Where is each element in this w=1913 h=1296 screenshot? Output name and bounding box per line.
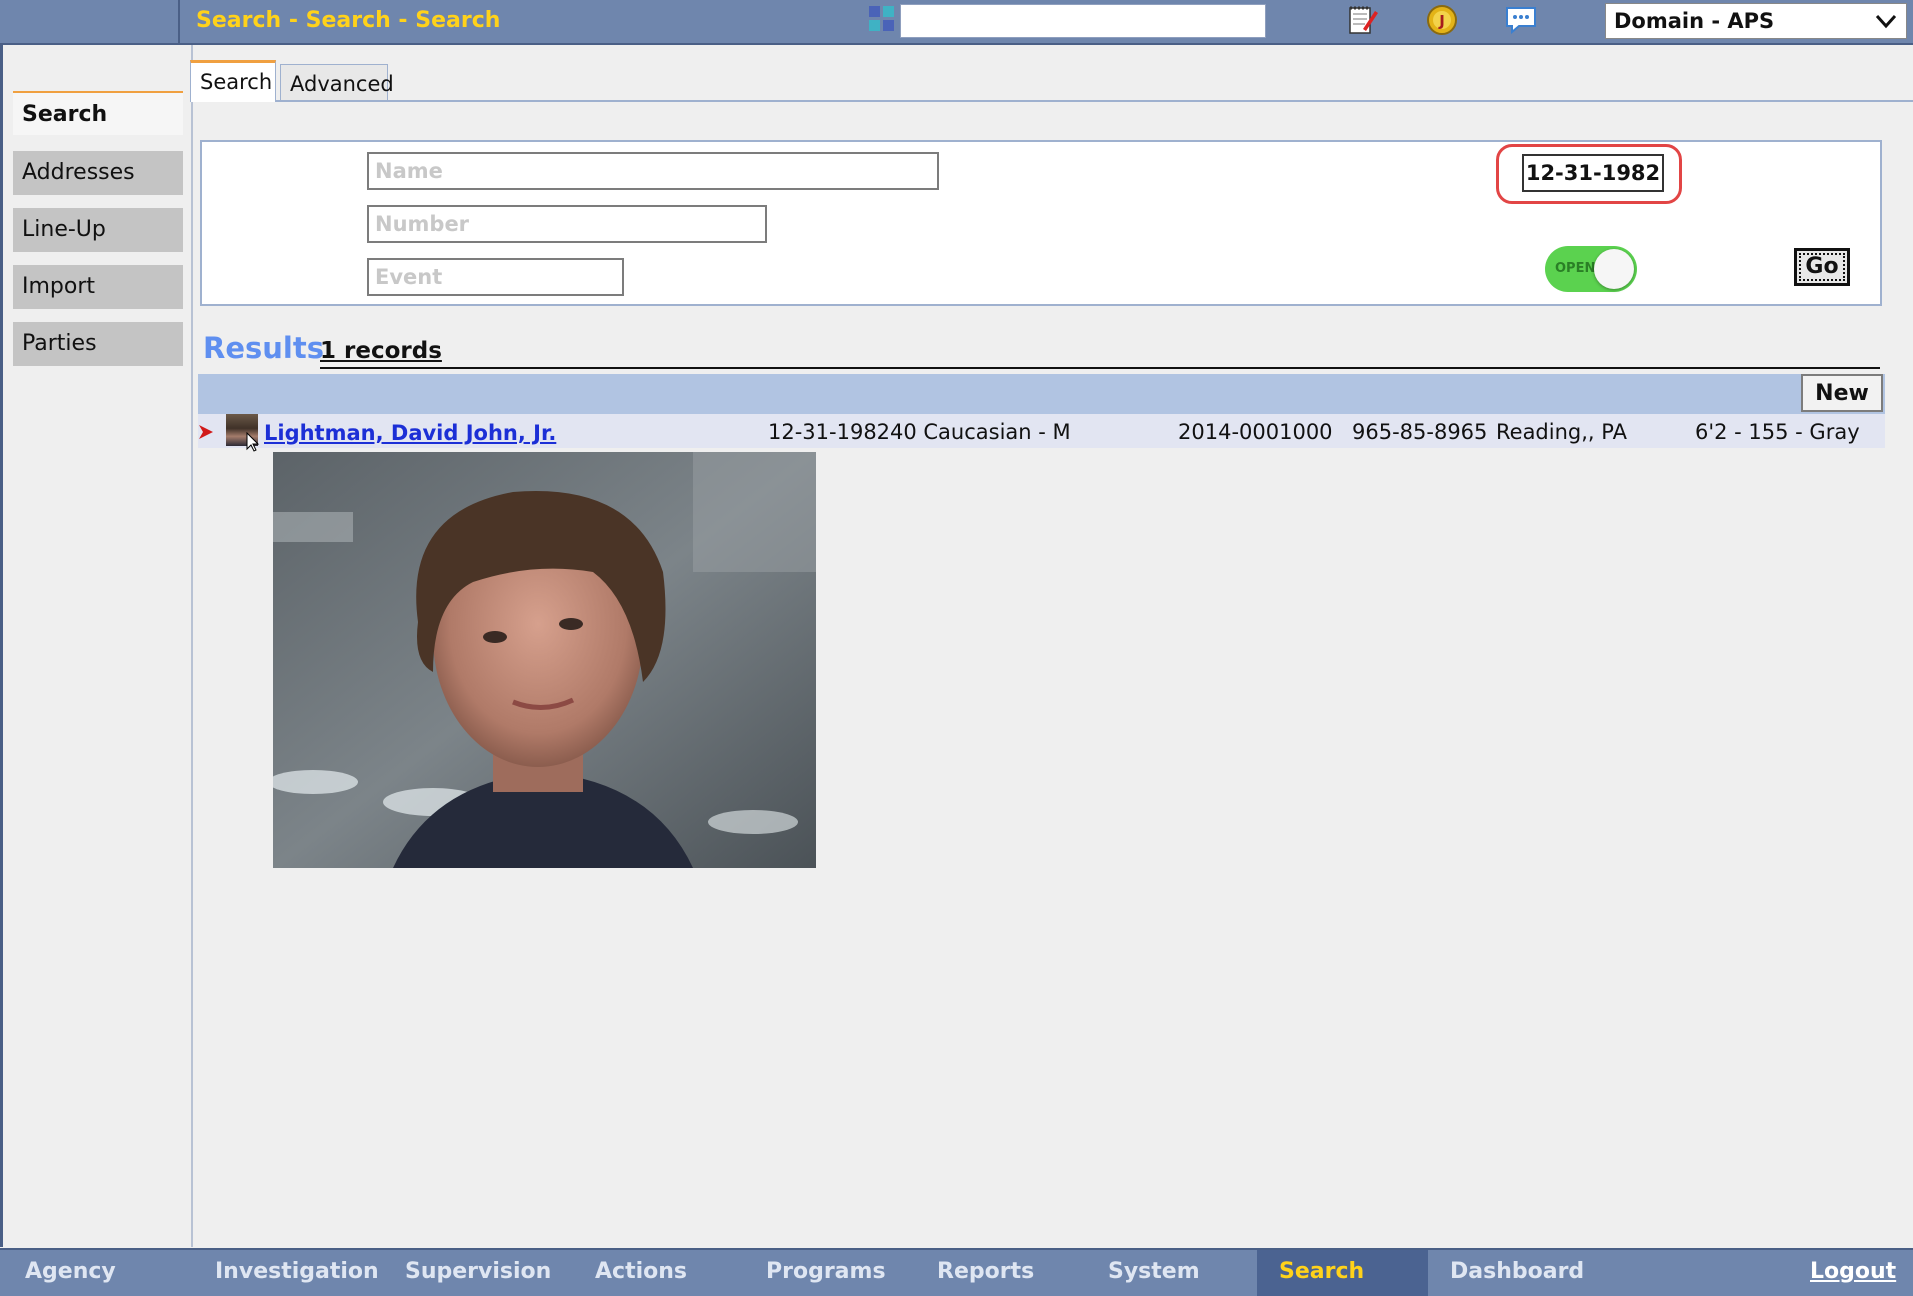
- number-field[interactable]: Number: [367, 205, 767, 243]
- page-title: Search - Search - Search: [196, 8, 501, 33]
- open-toggle[interactable]: OPEN: [1545, 246, 1637, 292]
- sidebar-item-import[interactable]: Import: [13, 265, 183, 309]
- apps-icon[interactable]: [869, 6, 897, 34]
- sidebar-item-parties[interactable]: Parties: [13, 322, 183, 366]
- nav-system[interactable]: System: [1108, 1259, 1200, 1284]
- notes-icon[interactable]: [1345, 3, 1379, 37]
- cell-demographics: 40 Caucasian - M: [890, 420, 1071, 444]
- top-bar-left-cap: [0, 0, 180, 43]
- results-toolbar: New: [198, 374, 1885, 414]
- nav-actions[interactable]: Actions: [595, 1259, 687, 1284]
- cursor-icon: [246, 432, 260, 452]
- cell-physical: 6'2 - 155 - Gray: [1695, 420, 1860, 444]
- sidebar-item-search[interactable]: Search: [13, 91, 183, 135]
- sidebar-item-addresses[interactable]: Addresses: [13, 151, 183, 195]
- person-name-link[interactable]: Lightman, David John, Jr.: [264, 421, 556, 445]
- cell-ssn: 965-85-8965: [1352, 420, 1488, 444]
- search-form: Name Number Event 12-31-1982 OPEN Go: [200, 140, 1882, 306]
- results-title: Results: [203, 331, 324, 365]
- nav-search[interactable]: Search: [1279, 1259, 1364, 1284]
- search-tabs: Search Advanced: [190, 60, 1913, 102]
- domain-select[interactable]: Domain - APS: [1605, 3, 1907, 39]
- open-toggle-label: OPEN: [1555, 261, 1596, 276]
- go-button[interactable]: Go: [1794, 248, 1850, 286]
- open-toggle-knob: [1594, 249, 1634, 289]
- results-header: Results 1 records: [190, 331, 1913, 371]
- chat-icon[interactable]: [1504, 3, 1538, 37]
- results-divider: [320, 367, 1880, 369]
- nav-dashboard[interactable]: Dashboard: [1450, 1259, 1584, 1284]
- nav-agency[interactable]: Agency: [25, 1259, 116, 1284]
- cell-dob: 12-31-1982: [768, 420, 891, 444]
- nav-supervision[interactable]: Supervision: [405, 1259, 551, 1284]
- nav-reports[interactable]: Reports: [937, 1259, 1034, 1284]
- svg-text:J: J: [1438, 12, 1445, 30]
- domain-select-value: Domain - APS: [1614, 9, 1775, 33]
- nav-investigation[interactable]: Investigation: [215, 1259, 379, 1284]
- logout-link[interactable]: Logout: [1810, 1259, 1896, 1284]
- sidebar-item-line-up[interactable]: Line-Up: [13, 208, 183, 252]
- sidebar-divider: [191, 45, 193, 1247]
- results-count: 1 records: [320, 338, 442, 364]
- event-field[interactable]: Event: [367, 258, 624, 296]
- sidebar: Search Addresses Line-Up Import Parties: [0, 45, 193, 1247]
- badge-icon[interactable]: J: [1425, 3, 1459, 37]
- cell-location: Reading,, PA: [1496, 420, 1627, 444]
- person-photo: [273, 452, 816, 868]
- chevron-down-icon: [1875, 14, 1897, 29]
- nav-programs[interactable]: Programs: [766, 1259, 886, 1284]
- name-field[interactable]: Name: [367, 152, 939, 190]
- table-row[interactable]: Lightman, David John, Jr. 12-31-1982 40 …: [198, 414, 1885, 452]
- top-bar: Search - Search - Search J Domain - APS: [0, 0, 1913, 45]
- dob-field[interactable]: 12-31-1982: [1522, 154, 1664, 192]
- global-search-input[interactable]: [900, 4, 1266, 38]
- tab-search[interactable]: Search: [190, 60, 276, 102]
- expand-arrow-icon[interactable]: [198, 424, 214, 440]
- bottom-nav: Agency Investigation Supervision Actions…: [0, 1248, 1913, 1296]
- new-button[interactable]: New: [1801, 374, 1883, 412]
- cell-case-number: 2014-0001000: [1178, 420, 1333, 444]
- tab-underline: [190, 100, 1913, 102]
- tab-advanced[interactable]: Advanced: [280, 64, 394, 100]
